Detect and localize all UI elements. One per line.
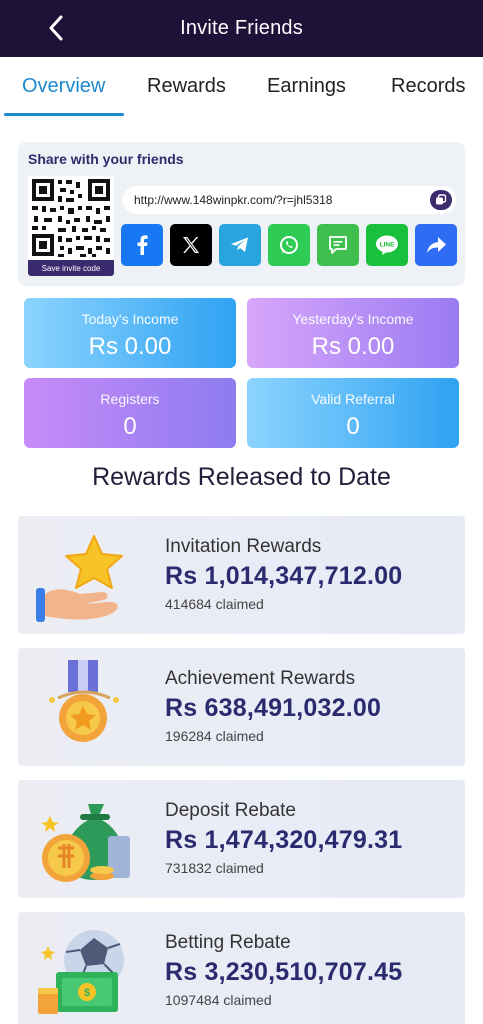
top-bar: Invite Friends [0,0,483,57]
reward-card-invitation[interactable]: Invitation Rewards Rs 1,014,347,712.00 4… [18,516,465,634]
svg-text:LINE: LINE [380,242,395,249]
copy-link-button[interactable] [430,190,452,210]
reward-card-deposit[interactable]: Deposit Rebate Rs 1,474,320,479.31 73183… [18,780,465,898]
tab-overview[interactable]: Overview [22,75,105,98]
reward-claimed-count: 731832 claimed [165,860,264,876]
sms-icon [329,236,347,254]
medal-icon [49,660,119,742]
page-title: Invite Friends [180,17,303,39]
reward-card-achievement[interactable]: Achievement Rewards Rs 638,491,032.00 19… [18,648,465,766]
money-bag-icon [41,804,130,882]
qr-code-icon [28,176,114,260]
valid-referral-card: Valid Referral 0 [247,378,459,448]
x-icon [183,237,199,253]
reward-name: Deposit Rebate [165,800,296,821]
reward-claimed-count: 1097484 claimed [165,992,272,1008]
x-share-button[interactable] [170,224,212,266]
rewards-section-title: Rewards Released to Date [92,463,391,491]
reward-amount: Rs 1,014,347,712.00 [165,562,403,590]
reward-name: Invitation Rewards [165,536,322,557]
tab-earnings[interactable]: Earnings [267,75,346,98]
reward-claimed-count: 414684 claimed [165,596,264,612]
svg-text:$: $ [84,987,90,999]
more-share-button[interactable] [415,224,457,266]
reward-name: Achievement Rewards [165,668,356,689]
share-title: Share with your friends [28,151,184,167]
reward-amount: Rs 1,474,320,479.31 [165,826,403,854]
yesterday-income-card: Yesterday's Income Rs 0.00 [247,298,459,368]
yesterday-income-label: Yesterday's Income [292,311,414,327]
sms-share-button[interactable] [317,224,359,266]
registers-label: Registers [100,391,160,407]
active-tab-indicator [4,113,124,116]
star-hand-icon [36,535,123,622]
share-arrow-icon [427,237,446,253]
facebook-share-button[interactable] [121,224,163,266]
cash-ball-icon: $ [38,930,124,1014]
share-card: Share with your friends Save invite code… [18,142,465,286]
tab-records[interactable]: Records [391,75,465,98]
valid-referral-label: Valid Referral [311,391,395,407]
reward-amount: Rs 638,491,032.00 [165,694,382,722]
facebook-icon [137,235,148,255]
registers-card: Registers 0 [24,378,236,448]
telegram-icon [231,237,248,252]
telegram-share-button[interactable] [219,224,261,266]
copy-icon [436,194,447,205]
reward-claimed-count: 196284 claimed [165,728,264,744]
whatsapp-icon [280,236,298,254]
invite-link-text: http://www.148winpkr.com/?r=jhl5318 [134,193,333,207]
line-share-button[interactable]: LINE [366,224,408,266]
today-income-value: Rs 0.00 [88,333,172,360]
reward-amount: Rs 3,230,510,707.45 [165,958,403,986]
qr-code[interactable]: Save invite code [28,176,114,276]
whatsapp-share-button[interactable] [268,224,310,266]
back-button[interactable] [40,12,72,44]
tab-rewards[interactable]: Rewards [147,75,226,98]
yesterday-income-value: Rs 0.00 [311,333,395,360]
reward-name: Betting Rebate [165,932,291,953]
valid-referral-value: 0 [346,413,360,440]
save-invite-code-button[interactable]: Save invite code [28,260,114,276]
chevron-left-icon [49,15,63,41]
line-icon: LINE [376,235,398,255]
invite-link-field[interactable]: http://www.148winpkr.com/?r=jhl5318 [122,186,456,214]
today-income-card: Today's Income Rs 0.00 [24,298,236,368]
tab-bar: Overview Rewards Earnings Records [0,57,483,118]
registers-value: 0 [123,413,137,440]
today-income-label: Today's Income [81,311,179,327]
reward-card-betting[interactable]: $ Betting Rebate Rs 3,230,510,707.45 109… [18,912,465,1024]
